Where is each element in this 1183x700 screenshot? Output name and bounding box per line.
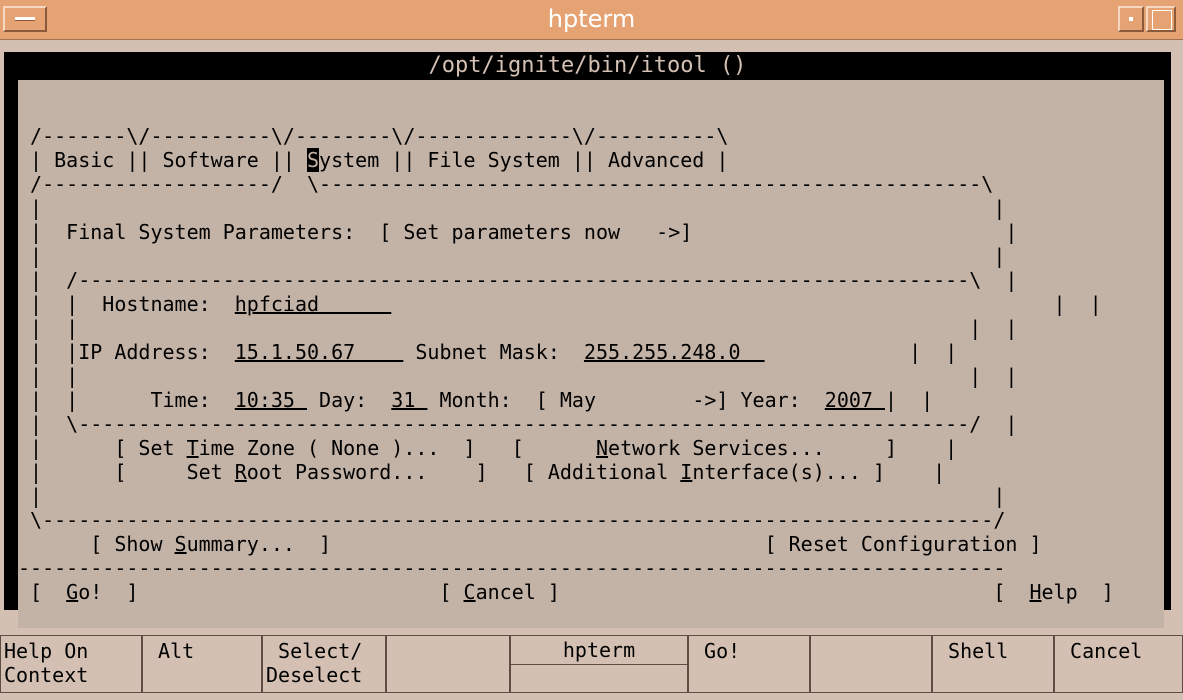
tab-border-top: /-------\/----------\/--------\/--------… — [18, 124, 729, 148]
blank-line: | | — [18, 196, 1006, 220]
blank-line: | | | | — [18, 316, 1018, 340]
hostname-input[interactable]: hpfciad — [235, 292, 392, 316]
minimize-icon — [1129, 17, 1133, 21]
subnet-mask-input[interactable]: 255.255.248.0 — [584, 340, 765, 364]
softkey-blank-7[interactable] — [810, 635, 932, 693]
subnet-label: Subnet Mask: — [403, 340, 584, 364]
ip-address-input[interactable]: 15.1.50.67 — [235, 340, 404, 364]
time-label: | | Time: — [18, 388, 235, 412]
softkey-shell[interactable]: Shell — [932, 635, 1054, 693]
cancel-button[interactable]: o! ] [ — [78, 580, 463, 604]
blank-line: | | — [18, 244, 1006, 268]
terminal-area[interactable]: /opt/ignite/bin/itool () /-------\/-----… — [4, 52, 1171, 628]
month-year-label[interactable]: Month: [ May ->] Year: — [427, 388, 824, 412]
ip-label: | |IP Address: — [18, 340, 235, 364]
blank-line: | | | | — [18, 364, 1018, 388]
root-interface-row: | [ Set Root Password... ] [ Additional … — [18, 460, 946, 484]
timezone-network-row: | [ Set Time Zone ( None )... ] [ Networ… — [18, 436, 958, 460]
itool-title: /opt/ignite/bin/itool () — [428, 53, 747, 78]
additional-interfaces-button[interactable]: oot Password... ] [ Additional — [247, 460, 680, 484]
maximize-icon — [1152, 10, 1172, 30]
softkey-select-deselect[interactable]: Select/Deselect — [262, 635, 386, 693]
hpterm-window: hpterm /opt/ignite/bin/itool () /-------… — [0, 0, 1183, 700]
time-row: | | Time: 10:35 Day: 31 Month: [ May ->]… — [18, 388, 934, 412]
softkey-help-on-context[interactable]: Help On Context — [0, 635, 142, 693]
tab-system-hotkey[interactable]: S — [306, 148, 320, 172]
panel-border-bottom: \---------------------------------------… — [18, 508, 1006, 532]
maximize-button[interactable] — [1146, 6, 1176, 32]
show-summary-button[interactable]: [ Show — [18, 532, 175, 556]
separator: ----------------------------------------… — [18, 556, 1006, 580]
hostname-label: | | Hostname: — [18, 292, 235, 316]
itool-screen: /-------\/----------\/--------\/--------… — [18, 80, 1164, 628]
softkey-cancel[interactable]: Cancel — [1054, 635, 1183, 693]
tab-border-bottom: /-------------------/ \-----------------… — [18, 172, 994, 196]
set-root-password-button[interactable]: | [ Set — [18, 460, 235, 484]
hostname-row: | | Hostname: hpfciad | | — [18, 292, 1102, 316]
softkey-hpterm[interactable]: hpterm — [510, 635, 688, 693]
title-bar[interactable]: hpterm — [0, 0, 1183, 40]
ip-row: | |IP Address: 15.1.50.67 Subnet Mask: 2… — [18, 340, 958, 364]
softkey-go[interactable]: Go! — [688, 635, 810, 693]
bottom-frame — [0, 693, 1183, 700]
help-button[interactable]: ancel ] [ — [476, 580, 1030, 604]
year-input[interactable]: 2007 — [825, 388, 885, 412]
reset-configuration-button[interactable]: ummary... ] [ Reset Configuration ] — [187, 532, 1042, 556]
go-button[interactable]: [ — [18, 580, 66, 604]
final-system-parameters-row[interactable]: | Final System Parameters: [ Set paramet… — [18, 220, 1017, 244]
softkey-blank-4[interactable] — [386, 635, 510, 693]
softkey-alt[interactable]: Alt — [142, 635, 262, 693]
network-services-button[interactable]: ime Zone ( None )... ] [ — [199, 436, 596, 460]
softkey-bar: Help On Context Alt Select/Deselect hpter… — [0, 635, 1183, 693]
action-row: [ Go! ] [ Cancel ] [ Help ] — [18, 580, 1114, 604]
box-border-bottom: | \-------------------------------------… — [18, 412, 1018, 436]
window-title: hpterm — [547, 5, 636, 33]
tab-system-rest[interactable]: ystem || File System || Advanced | — [319, 148, 728, 172]
summary-reset-row: [ Show Summary... ] [ Reset Configuratio… — [18, 532, 1042, 556]
day-label: Day: — [307, 388, 392, 412]
box-border-top: | /-------------------------------------… — [18, 268, 1018, 292]
tab-basic-software[interactable]: | Basic || Software || — [18, 148, 307, 172]
blank-line: | | — [18, 484, 1006, 508]
day-input[interactable]: 31 — [391, 388, 427, 412]
minimize-button[interactable] — [1118, 6, 1144, 32]
set-time-zone-button[interactable]: | [ Set — [18, 436, 187, 460]
tab-row: | Basic || Software || System || File Sy… — [18, 148, 728, 172]
time-input[interactable]: 10:35 — [235, 388, 307, 412]
